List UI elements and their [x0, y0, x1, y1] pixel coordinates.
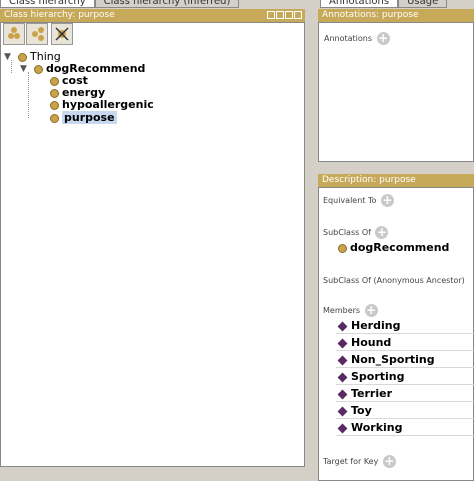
individual-icon: [337, 389, 348, 399]
anon-ancestor-label: SubClass Of (Anonymous Ancestor): [323, 276, 465, 285]
member-item-working[interactable]: Working: [336, 420, 474, 436]
add-key-button[interactable]: +: [382, 455, 396, 468]
minimize-icon[interactable]: [267, 11, 275, 19]
member-item-toy[interactable]: Toy: [336, 403, 474, 419]
class-icon: [18, 52, 27, 62]
add-subclass-button[interactable]: [3, 23, 25, 45]
tab-annotations[interactable]: Annotations: [320, 0, 399, 8]
class-icon: [50, 113, 59, 123]
add-subclass-icon: [8, 27, 20, 39]
delete-class-button[interactable]: [51, 23, 73, 45]
tree-connector: [11, 60, 12, 73]
individual-icon: [337, 423, 348, 433]
target-for-key-row: Target for Key +: [323, 455, 396, 468]
member-label: Toy: [351, 404, 372, 417]
subclass-of-item[interactable]: dogRecommend: [338, 241, 449, 254]
equivalent-to-label: Equivalent To: [323, 196, 377, 205]
subclass-of-label: SubClass Of: [323, 228, 371, 237]
class-icon: [50, 88, 59, 98]
tree-item-label: hypoallergenic: [62, 98, 154, 111]
member-label: Hound: [351, 336, 392, 349]
class-hierarchy-title: Class hierarchy: purpose: [4, 10, 115, 20]
panel-controls: [267, 11, 302, 19]
annotations-label: Annotations: [324, 34, 373, 43]
tree-item-purpose[interactable]: purpose: [50, 111, 117, 124]
tab-usage[interactable]: Usage: [398, 0, 448, 8]
equivalent-to-row: Equivalent To +: [323, 194, 394, 207]
subclass-of-row: SubClass Of +: [323, 226, 389, 239]
member-item-sporting[interactable]: Sporting: [336, 369, 474, 385]
class-icon: [338, 243, 347, 253]
class-icon: [50, 100, 59, 110]
member-label: Sporting: [351, 370, 405, 383]
individual-icon: [337, 406, 348, 416]
member-label: Herding: [351, 319, 401, 332]
individual-icon: [337, 321, 348, 331]
add-equivalent-button[interactable]: +: [380, 194, 394, 207]
member-label: Non_Sporting: [351, 353, 435, 366]
tab-class-hierarchy-inferred[interactable]: Class hierarchy (inferred): [94, 0, 240, 8]
class-icon: [50, 76, 59, 86]
subclass-of-value: dogRecommend: [350, 241, 450, 254]
member-item-herding[interactable]: Herding: [336, 318, 474, 334]
float-icon[interactable]: [285, 11, 293, 19]
individual-icon: [337, 355, 348, 365]
add-sibling-button[interactable]: [26, 23, 48, 45]
class-hierarchy-panel: [0, 22, 305, 467]
member-label: Terrier: [351, 387, 393, 400]
members-label: Members: [323, 306, 361, 315]
add-superclass-button[interactable]: +: [375, 226, 389, 239]
member-label: Working: [351, 421, 403, 434]
maximize-icon[interactable]: [276, 11, 284, 19]
expand-dogrecommend-icon[interactable]: ▼: [20, 64, 27, 74]
member-item-hound[interactable]: Hound: [336, 335, 474, 351]
annotations-row: Annotations +: [324, 32, 390, 45]
delete-class-icon: [55, 27, 69, 41]
class-hierarchy-header: Class hierarchy: purpose: [0, 9, 305, 22]
add-annotation-button[interactable]: +: [376, 32, 390, 45]
member-item-terrier[interactable]: Terrier: [336, 386, 474, 402]
expand-thing-icon[interactable]: ▼: [4, 52, 11, 62]
close-icon[interactable]: [294, 11, 302, 19]
tree-item-label: purpose: [62, 111, 117, 124]
individual-icon: [337, 372, 348, 382]
right-tabbar: Annotations Usage: [320, 0, 448, 8]
class-icon: [34, 64, 43, 74]
add-member-button[interactable]: +: [364, 304, 378, 317]
add-sibling-icon: [32, 27, 44, 41]
member-item-non-sporting[interactable]: Non_Sporting: [336, 352, 474, 368]
members-row: Members +: [323, 304, 378, 317]
description-header: Description: purpose: [318, 174, 474, 187]
left-tabbar: Class hierarchy Class hierarchy (inferre…: [0, 0, 240, 8]
annotations-title: Annotations: purpose: [322, 10, 419, 20]
target-for-key-label: Target for Key: [323, 457, 379, 466]
description-title: Description: purpose: [322, 175, 416, 185]
annotations-header: Annotations: purpose: [318, 9, 474, 22]
tree-connector: [28, 72, 29, 118]
tab-class-hierarchy[interactable]: Class hierarchy: [0, 0, 95, 8]
individual-icon: [337, 338, 348, 348]
tree-item-hypoallergenic[interactable]: hypoallergenic: [50, 98, 154, 111]
